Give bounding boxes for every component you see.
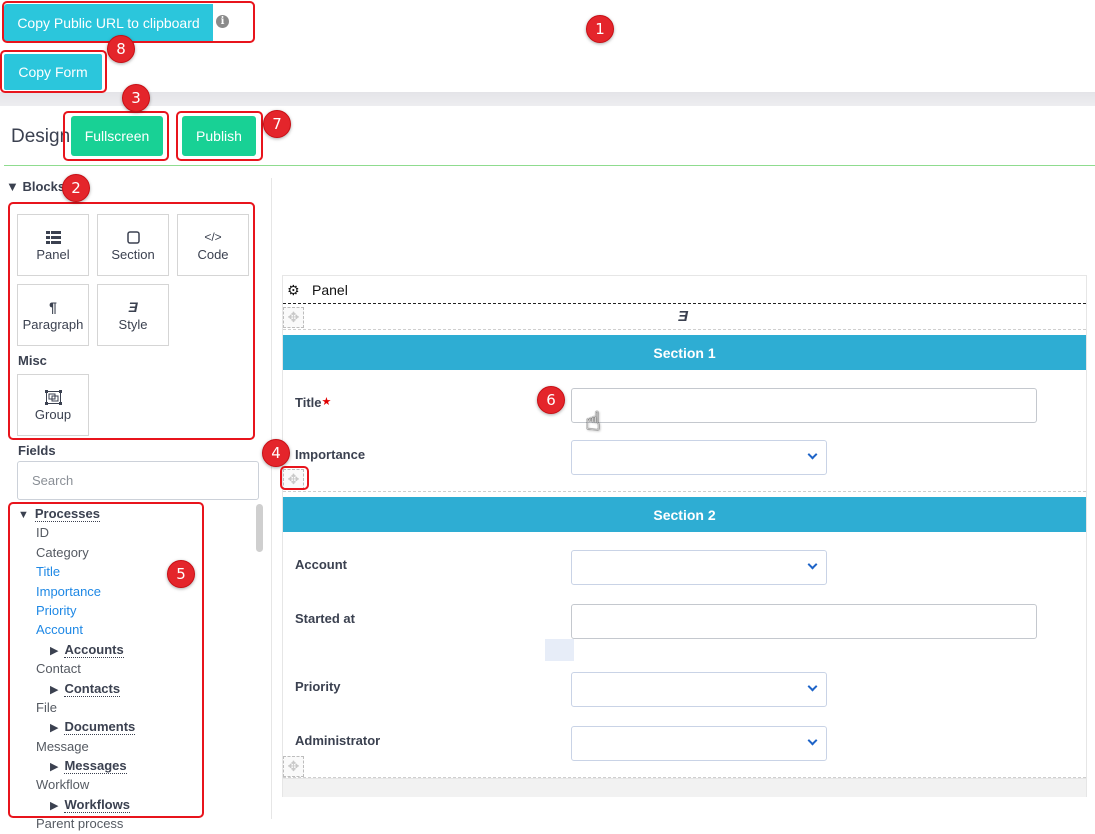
block-label: Style: [118, 317, 148, 332]
field-label-title: Title★: [295, 395, 332, 410]
started-at-input[interactable]: [571, 604, 1037, 639]
caret-right-icon: ▶: [50, 722, 59, 735]
annotation-marker: 5: [167, 560, 195, 588]
css3-icon: Ǝ: [128, 299, 138, 315]
chevron-down-icon: [807, 681, 818, 692]
field-label-account: Account: [295, 557, 347, 572]
tree-field[interactable]: Parent process: [18, 814, 243, 833]
tree-field[interactable]: File: [18, 698, 243, 717]
section-separator: [283, 491, 1086, 492]
block-code[interactable]: </> Code: [177, 214, 249, 276]
css3-icon[interactable]: Ǝ: [678, 308, 688, 325]
tree-field[interactable]: Priority: [18, 601, 243, 620]
importance-select[interactable]: [571, 440, 827, 475]
block-label: Group: [34, 407, 72, 422]
fields-tree: ▼ Processes ID Category Title Importance Prio…: [18, 504, 243, 834]
field-label-started-at: Started at: [295, 611, 355, 626]
misc-heading: Misc: [18, 353, 47, 368]
panel-title: Panel: [312, 282, 348, 298]
tree-scrollbar[interactable]: [256, 504, 263, 552]
copy-form-button[interactable]: Copy Form: [4, 54, 102, 90]
block-label: Panel: [36, 247, 70, 262]
caret-right-icon: ▶: [50, 683, 59, 696]
design-header: Design Fullscreen Publish: [4, 106, 1095, 166]
hand-cursor-icon: ☝: [585, 406, 601, 436]
move-handle-icon[interactable]: ✥: [283, 756, 304, 777]
field-label-administrator: Administrator: [295, 733, 381, 748]
square-icon: [126, 228, 140, 246]
account-select[interactable]: [571, 550, 827, 585]
gears-icon[interactable]: ⚙: [287, 282, 300, 299]
canvas-footer: [283, 778, 1086, 797]
tree-group[interactable]: ▶ Messages: [18, 756, 243, 775]
design-title: Design: [11, 126, 71, 147]
form-canvas: ⚙ Panel ✥ Ǝ Section 1 Title★ Importance …: [282, 275, 1087, 797]
annotation-marker: 2: [62, 174, 90, 202]
info-circle-icon[interactable]: i: [216, 15, 229, 28]
block-section[interactable]: Section: [97, 214, 169, 276]
chevron-down-icon: [807, 559, 818, 570]
drop-placeholder: [545, 639, 574, 661]
tree-group[interactable]: ▶ Workflows: [18, 795, 243, 814]
list-icon: [45, 228, 61, 246]
tree-group[interactable]: ▶ Accounts: [18, 640, 243, 659]
section-header[interactable]: Section 1: [283, 335, 1086, 370]
tree-group[interactable]: ▶ Documents: [18, 717, 243, 736]
fullscreen-button[interactable]: Fullscreen: [71, 116, 163, 156]
caret-right-icon: ▶: [50, 799, 59, 812]
publish-button[interactable]: Publish: [182, 116, 256, 156]
annotation-marker: 7: [263, 110, 291, 138]
block-label: Section: [111, 247, 155, 262]
fields-heading: Fields: [18, 443, 56, 458]
tree-field[interactable]: Contact: [18, 659, 243, 678]
panel-style-row: ✥ Ǝ: [283, 305, 1086, 330]
copy-public-url-button[interactable]: Copy Public URL to clipboard: [4, 4, 213, 42]
title-input[interactable]: [571, 388, 1037, 423]
code-icon: </>: [204, 230, 222, 244]
divider-band: [0, 92, 1095, 106]
block-label: Code: [197, 247, 229, 262]
block-paragraph[interactable]: ¶ Paragraph: [17, 284, 89, 346]
panel-header[interactable]: ⚙ Panel: [283, 276, 1086, 304]
tree-field[interactable]: Category: [18, 543, 243, 562]
blocks-sidebar: ▼ Blocks Panel Section </> Code ¶ Paragr…: [4, 172, 266, 831]
caret-right-icon: ▶: [50, 644, 59, 657]
tree-field[interactable]: Message: [18, 737, 243, 756]
tree-field[interactable]: Importance: [18, 582, 243, 601]
field-label-priority: Priority: [295, 679, 341, 694]
block-group[interactable]: Group: [17, 374, 89, 436]
sidebar-divider: [271, 178, 272, 819]
block-style[interactable]: Ǝ Style: [97, 284, 169, 346]
annotation-marker: 6: [537, 386, 565, 414]
tree-field[interactable]: Title: [18, 562, 243, 581]
tree-field[interactable]: ID: [18, 523, 243, 542]
tree-root-processes[interactable]: ▼ Processes: [18, 504, 243, 523]
caret-right-icon: ▶: [50, 761, 59, 774]
paragraph-icon: ¶: [49, 299, 57, 315]
annotation-marker: 1: [586, 15, 614, 43]
chevron-down-icon: [807, 735, 818, 746]
section-header[interactable]: Section 2: [283, 497, 1086, 532]
annotation-marker: 3: [122, 84, 150, 112]
annotation-marker: 8: [107, 35, 135, 63]
block-panel[interactable]: Panel: [17, 214, 89, 276]
fields-search-input[interactable]: [17, 461, 259, 500]
blocks-heading[interactable]: ▼ Blocks: [6, 179, 65, 194]
required-star-icon: ★: [321, 396, 332, 408]
caret-down-icon: ▼: [18, 509, 29, 521]
priority-select[interactable]: [571, 672, 827, 707]
move-handle-icon[interactable]: ✥: [283, 469, 304, 490]
field-label-importance: Importance: [295, 447, 366, 462]
annotation-marker: 4: [262, 439, 290, 467]
move-handle-icon[interactable]: ✥: [283, 307, 304, 328]
administrator-select[interactable]: [571, 726, 827, 761]
group-object-icon: [44, 388, 62, 406]
tree-group[interactable]: ▶ Contacts: [18, 679, 243, 698]
tree-field[interactable]: Workflow: [18, 775, 243, 794]
top-toolbar: Copy Public URL to clipboard i Copy Form: [0, 0, 1095, 92]
chevron-down-icon: [807, 449, 818, 460]
block-label: Paragraph: [22, 317, 84, 332]
tree-field[interactable]: Account: [18, 620, 243, 639]
